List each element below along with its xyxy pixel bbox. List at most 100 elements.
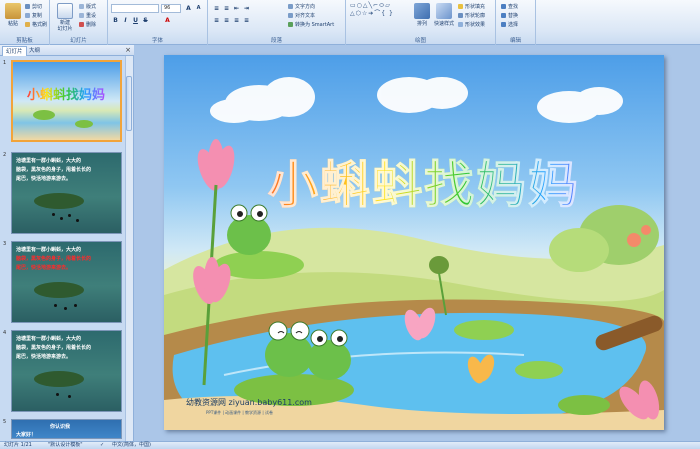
scrollbar-thumb[interactable] (126, 76, 132, 131)
text-direction-button[interactable]: 文字方向 (288, 3, 315, 11)
clipboard-group: 粘贴 剪切 复制 格式刷 剪贴板 (0, 0, 50, 45)
text-direction-icon (288, 4, 293, 9)
slide-text-line: 脑袋，黑灰色的身子，甩着长长的 (16, 167, 92, 173)
italic-button[interactable]: I (121, 16, 130, 25)
cut-button[interactable]: 剪切 (25, 3, 42, 11)
tab-slides[interactable]: 幻灯片 (2, 46, 27, 56)
slide-illustration (164, 77, 664, 430)
brush-icon (25, 22, 30, 27)
lily-pad (558, 395, 610, 415)
slides-group-label: 幻灯片 (70, 38, 87, 44)
find-button[interactable]: 查找 (501, 3, 518, 11)
slide-canvas: 小蝌蚪找妈妈 幼教资源网 ziyuan.baby611.com PPT课件 | … (134, 45, 700, 441)
format-painter-button[interactable]: 格式刷 (25, 21, 47, 29)
lily-pad (34, 193, 84, 209)
shape-fill-button[interactable]: 形状填充 (458, 3, 485, 11)
layout-icon (79, 4, 84, 9)
paragraph-group: ≡ ≡ ⇤ ⇥ ≡ ≡ ≡ ≡ 文字方向 对齐文本 转换为 SmartArt 段… (208, 0, 346, 45)
replace-icon (501, 13, 506, 18)
quick-styles-button[interactable]: 快速样式 (432, 3, 456, 27)
replace-button[interactable]: 替换 (501, 12, 518, 20)
tree (549, 228, 609, 272)
lily-pad (34, 371, 84, 387)
cloud (377, 77, 468, 113)
copy-icon (25, 13, 30, 18)
align-center-button[interactable]: ≡ (222, 16, 231, 25)
slide-1[interactable]: 小蝌蚪找妈妈 幼教资源网 ziyuan.baby611.com PPT课件 | … (164, 55, 664, 430)
check-icon: ✓ (100, 442, 105, 448)
slide-number: 5 (3, 419, 7, 425)
shrink-font-button[interactable]: A (194, 4, 203, 13)
slide-text-line: 尾巴，快活地游来游去。 (16, 265, 72, 271)
ribbon: 粘贴 剪切 复制 格式刷 剪贴板 新建 幻灯片 版式 重设 删除 幻灯片 96 … (0, 0, 700, 45)
font-group-label: 字体 (151, 38, 163, 44)
align-text-button[interactable]: 对齐文本 (288, 12, 315, 20)
tadpole (68, 395, 71, 398)
paste-button[interactable]: 粘贴 (3, 3, 23, 27)
copy-button[interactable]: 复制 (25, 12, 42, 20)
tadpole (76, 219, 79, 222)
numbering-button[interactable]: ≡ (222, 4, 231, 13)
status-bar: 幻灯片 1/21 "默认设计模板" ✓ 中文(简体，中国) (0, 441, 700, 449)
smartart-button[interactable]: 转换为 SmartArt (288, 21, 334, 29)
slide-title[interactable]: 小蝌蚪找妈妈 (224, 145, 624, 217)
slide-number: 4 (3, 330, 7, 336)
cursor-icon (501, 22, 506, 27)
close-icon[interactable]: × (125, 46, 131, 54)
smartart-icon (288, 22, 293, 27)
drawing-group-label: 绘图 (414, 38, 426, 44)
new-slide-button[interactable]: 新建 幻灯片 (54, 3, 76, 32)
bold-button[interactable]: B (111, 16, 120, 25)
slides-panel: 幻灯片 大纲 × 1 小蝌蚪找妈妈 2 池塘里有一群小蝌蚪，大大的 脑袋，黑灰色… (0, 45, 134, 441)
grow-font-button[interactable]: A (184, 4, 193, 13)
layout-button[interactable]: 版式 (79, 3, 96, 11)
tadpole (60, 217, 63, 220)
arrange-icon (414, 3, 430, 19)
slide-text-line: 脑袋，黑灰色的身子，甩着长长的 (16, 345, 92, 351)
tab-outline[interactable]: 大纲 (26, 46, 43, 56)
panel-tabs: 幻灯片 大纲 × (0, 45, 134, 56)
tadpole (74, 304, 77, 307)
select-button[interactable]: 选择 (501, 21, 518, 29)
shape-effects-button[interactable]: 形状效果 (458, 21, 485, 29)
slide-number: 2 (3, 152, 7, 158)
slide-text-line: 脑袋，黑灰色的身子，甩着长长的 (16, 256, 92, 262)
shapes-gallery[interactable]: ▭○△╲⌐⬭▱ △⬡☆➔⌒{ } (350, 2, 408, 32)
underline-button[interactable]: U (131, 16, 140, 25)
delete-button[interactable]: 删除 (79, 21, 96, 29)
theme-name: "默认设计模板" (48, 442, 83, 448)
pen-icon (458, 13, 463, 18)
font-size-input[interactable]: 96 (161, 4, 181, 13)
tadpole (68, 214, 71, 217)
slide-text-line: 池塘里有一群小蝌蚪，大大的 (16, 336, 82, 342)
panel-scrollbar[interactable] (125, 56, 133, 441)
slide-preview: 池塘里有一群小蝌蚪，大大的 脑袋，黑灰色的身子，甩着长长的 尾巴，快活地游来游去… (11, 330, 122, 412)
slide-text-line: 尾巴，快活地游来游去。 (16, 354, 72, 360)
paint-bucket-icon (458, 4, 463, 9)
font-name-input[interactable] (111, 4, 159, 13)
arrange-button[interactable]: 排列 (412, 3, 432, 27)
justify-button[interactable]: ≡ (242, 16, 251, 25)
effects-icon (458, 22, 463, 27)
language-indicator[interactable]: 中文(简体，中国) (112, 442, 151, 449)
slide-preview: 小蝌蚪找妈妈 (11, 60, 122, 142)
strikethrough-button[interactable]: S (141, 16, 150, 25)
editing-group-label: 编辑 (509, 38, 521, 44)
font-color-button[interactable]: A (163, 16, 172, 25)
scissors-icon (25, 4, 30, 9)
new-slide-icon (57, 3, 73, 19)
shape-outline-button[interactable]: 形状轮廓 (458, 12, 485, 20)
watermark-text: 幼教资源网 ziyuan.baby611.com (186, 398, 312, 407)
decrease-indent-button[interactable]: ⇤ (232, 4, 241, 13)
align-left-button[interactable]: ≡ (212, 16, 221, 25)
increase-indent-button[interactable]: ⇥ (242, 4, 251, 13)
paragraph-group-label: 段落 (270, 38, 282, 44)
tadpole (52, 213, 55, 216)
bullets-button[interactable]: ≡ (212, 4, 221, 13)
reset-button[interactable]: 重设 (79, 12, 96, 20)
slide-counter: 幻灯片 1/21 (4, 442, 32, 448)
slide-preview: 你认识我 大家好！ (11, 419, 122, 439)
align-right-button[interactable]: ≡ (232, 16, 241, 25)
font-group: 96 A A B I U S A 字体 (108, 0, 208, 45)
reset-icon (79, 13, 84, 18)
